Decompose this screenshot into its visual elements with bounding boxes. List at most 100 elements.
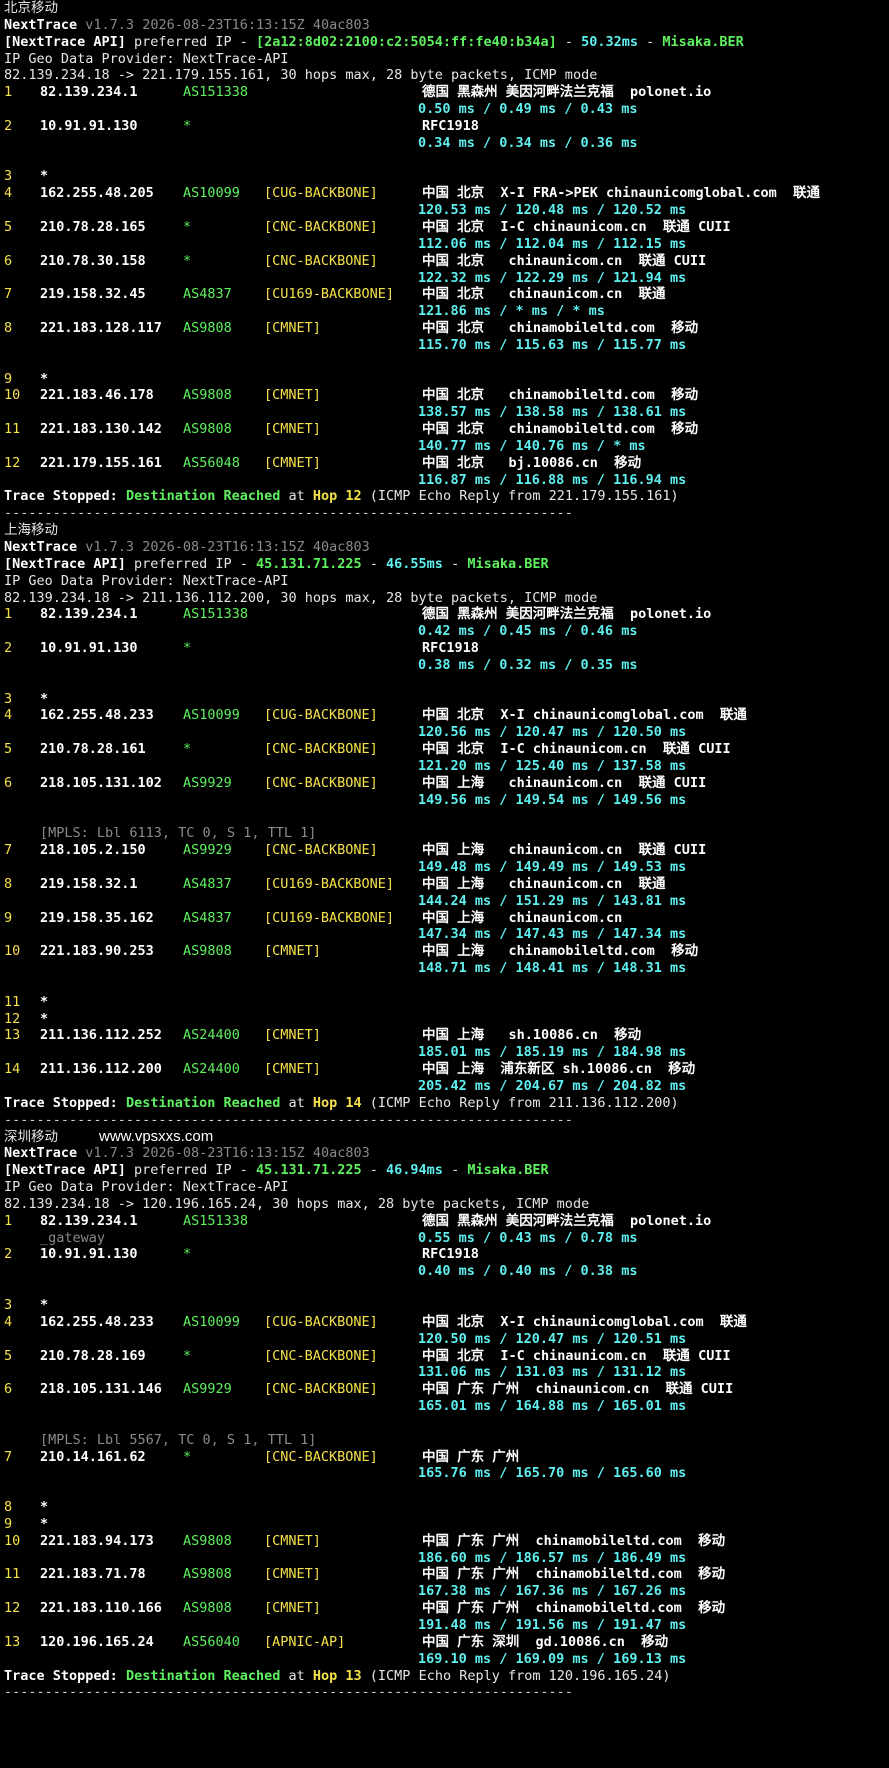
hop-row: 12 221.179.155.161 AS56048 [CMNET] 中国 北京 bj.… xyxy=(4,455,889,472)
hop-backbone-tag: [CNC-BACKBONE] xyxy=(264,252,378,269)
hop-asn: AS9808 xyxy=(183,943,232,960)
hop-backbone-tag: [CU169-BACKBONE] xyxy=(264,286,395,303)
hop-ip: 162.255.48.233 xyxy=(40,1313,154,1330)
mpls-label: [MPLS: Lbl 6113, TC 0, S 1, TTL 1] xyxy=(40,825,317,842)
provider-line: IP Geo Data Provider: NextTrace-API xyxy=(4,1179,889,1196)
hop-rtt-row: 121.20 ms / 125.40 ms / 137.58 ms xyxy=(4,758,889,775)
hop-ip: 210.78.30.158 xyxy=(40,252,146,269)
provider-line: IP Geo Data Provider: NextTrace-API xyxy=(4,51,889,68)
hop-asn: AS151338 xyxy=(183,84,249,101)
stop-tail: (ICMP Echo Reply from 120.196.165.24) xyxy=(361,1667,671,1684)
hop-ip: * xyxy=(40,690,49,707)
hop-row: 3 * xyxy=(4,1297,889,1314)
stop-at: at xyxy=(280,1094,313,1111)
hop-rtt: 0.34 ms / 0.34 ms / 0.36 ms xyxy=(418,134,638,151)
hop-geo: 德国 黑森州 美因河畔法兰克福 polonet.io xyxy=(422,606,712,623)
hop-rtt-row: 0.42 ms / 0.45 ms / 0.46 ms xyxy=(4,623,889,640)
hop-rtt-row: _gateway 0.55 ms / 0.43 ms / 0.78 ms xyxy=(4,1230,889,1247)
hop-asn: AS4837 xyxy=(183,875,232,892)
hop-geo: 中国 北京 I-C chinaunicom.cn 联通 CUII xyxy=(422,1347,731,1364)
hop-rtt: 165.76 ms / 165.70 ms / 165.60 ms xyxy=(418,1465,687,1482)
hop-rtt: 185.01 ms / 185.19 ms / 184.98 ms xyxy=(418,1044,687,1061)
api-prefix: [NextTrace API] xyxy=(4,1162,126,1179)
hop-row: 9 * xyxy=(4,371,889,388)
hop-rtt-row: 0.40 ms / 0.40 ms / 0.38 ms xyxy=(4,1263,889,1280)
hop-asn: AS9808 xyxy=(183,1600,232,1617)
hop-number: 4 xyxy=(4,185,13,202)
hop-number: 6 xyxy=(4,1381,13,1398)
version-text: v1.7.3 2026-08-23T16:13:15Z 40ac803 xyxy=(85,539,370,555)
api-latency: 50.32ms xyxy=(581,33,639,50)
hop-asn: * xyxy=(183,117,192,134)
hop-asn: AS9808 xyxy=(183,421,232,438)
hop-number: 5 xyxy=(4,1347,13,1364)
hop-number: 2 xyxy=(4,640,13,657)
hop-ip: * xyxy=(40,168,49,185)
hop-rtt-row: 165.01 ms / 164.88 ms / 165.01 ms xyxy=(4,1398,889,1415)
api-line: [NextTrace API] preferred IP - 45.131.71… xyxy=(4,556,889,573)
dash: - xyxy=(361,1162,387,1179)
hop-geo: 中国 广东 广州 chinamobileltd.com 移动 xyxy=(422,1566,726,1583)
stop-at: at xyxy=(280,1667,313,1684)
hop-geo: 中国 北京 bj.10086.cn 移动 xyxy=(422,454,642,471)
hop-number: 1 xyxy=(4,84,13,101)
hop-rtt-row: 149.48 ms / 149.49 ms / 149.53 ms xyxy=(4,859,889,876)
hop-number: 13 xyxy=(4,1027,21,1044)
hop-row: 7 218.105.2.150 AS9929 [CNC-BACKBONE] 中国 上海 … xyxy=(4,842,889,859)
hop-ip: 210.78.28.165 xyxy=(40,218,146,235)
hop-row: 3 * xyxy=(4,168,889,185)
hop-geo: 中国 广东 深圳 gd.10086.cn 移动 xyxy=(422,1633,669,1650)
hop-geo: 中国 上海 浦东新区 sh.10086.cn 移动 xyxy=(422,1061,696,1078)
stop-hop: Hop 13 xyxy=(312,1667,362,1684)
trace-stopped-line: Trace Stopped: Destination Reached at Ho… xyxy=(4,488,889,505)
hop-asn: AS9929 xyxy=(183,774,232,791)
hop-rtt: 144.24 ms / 151.29 ms / 143.81 ms xyxy=(418,892,687,909)
hop-ip: 211.136.112.252 xyxy=(40,1027,162,1044)
section-title-text: 北京移动 xyxy=(4,0,58,16)
hop-asn: AS9808 xyxy=(183,1566,232,1583)
hop-rtt-row: 169.10 ms / 169.09 ms / 169.13 ms xyxy=(4,1651,889,1668)
hop-asn: AS10099 xyxy=(183,707,240,724)
hop-number: 2 xyxy=(4,1246,13,1263)
hop-rtt: 120.56 ms / 120.47 ms / 120.50 ms xyxy=(418,724,687,741)
hop-geo: 中国 北京 chinaunicom.cn 联通 xyxy=(422,286,666,303)
hop-geo: 中国 北京 X-I chinaunicomglobal.com 联通 xyxy=(422,1313,747,1330)
dash: - xyxy=(556,33,582,50)
section-title-text: 深圳移动 xyxy=(4,1128,58,1145)
hop-backbone-tag: [CUG-BACKBONE] xyxy=(264,707,378,724)
hop-asn: AS9808 xyxy=(183,387,232,404)
hop-ip: 10.91.91.130 xyxy=(40,640,138,657)
hop-backbone-tag: [CMNET] xyxy=(264,1027,321,1044)
hop-geo: 中国 广东 广州 chinamobileltd.com 移动 xyxy=(422,1600,726,1617)
trace-stopped-line: Trace Stopped: Destination Reached at Ho… xyxy=(4,1095,889,1112)
hop-number: 8 xyxy=(4,1499,13,1516)
hop-row: 10 221.183.90.253 AS9808 [CMNET] 中国 上海 china… xyxy=(4,943,889,960)
dash: - xyxy=(442,1162,468,1179)
hop-row: 4 162.255.48.205 AS10099 [CUG-BACKBONE] 中国 北… xyxy=(4,185,889,202)
hop-number: 11 xyxy=(4,993,21,1010)
hop-rtt-row: 147.34 ms / 147.43 ms / 147.34 ms xyxy=(4,926,889,943)
api-line: [NextTrace API] preferred IP - [2a12:8d0… xyxy=(4,34,889,51)
hop-row: 13 120.196.165.24 AS56040 [APNIC-AP] 中国 广东 深… xyxy=(4,1634,889,1651)
hop-number: 3 xyxy=(4,1296,13,1313)
hop-rtt: 205.42 ms / 204.67 ms / 204.82 ms xyxy=(418,1078,687,1094)
app-name: NextTrace xyxy=(4,1145,78,1162)
hop-row: 6 218.105.131.102 AS9929 [CNC-BACKBONE] 中国 上… xyxy=(4,775,889,792)
hop-rtt: 140.77 ms / 140.76 ms / * ms xyxy=(418,437,646,454)
hop-ip: 219.158.35.162 xyxy=(40,909,154,926)
hop-backbone-tag: [CNC-BACKBONE] xyxy=(264,842,378,859)
hop-ip: 120.196.165.24 xyxy=(40,1633,154,1650)
hop-number: 12 xyxy=(4,1010,21,1027)
stop-prefix: Trace Stopped: xyxy=(4,488,118,505)
hop-rtt: 121.86 ms / * ms / * ms xyxy=(418,303,605,320)
separator-text: ----------------------------------------… xyxy=(4,505,573,522)
app-name: NextTrace xyxy=(4,16,78,33)
provider-text: IP Geo Data Provider: NextTrace-API xyxy=(4,50,289,67)
hop-row: 6 218.105.131.146 AS9929 [CNC-BACKBONE] 中国 广… xyxy=(4,1381,889,1398)
hop-ip: * xyxy=(40,1010,49,1027)
hop-number: 5 xyxy=(4,218,13,235)
